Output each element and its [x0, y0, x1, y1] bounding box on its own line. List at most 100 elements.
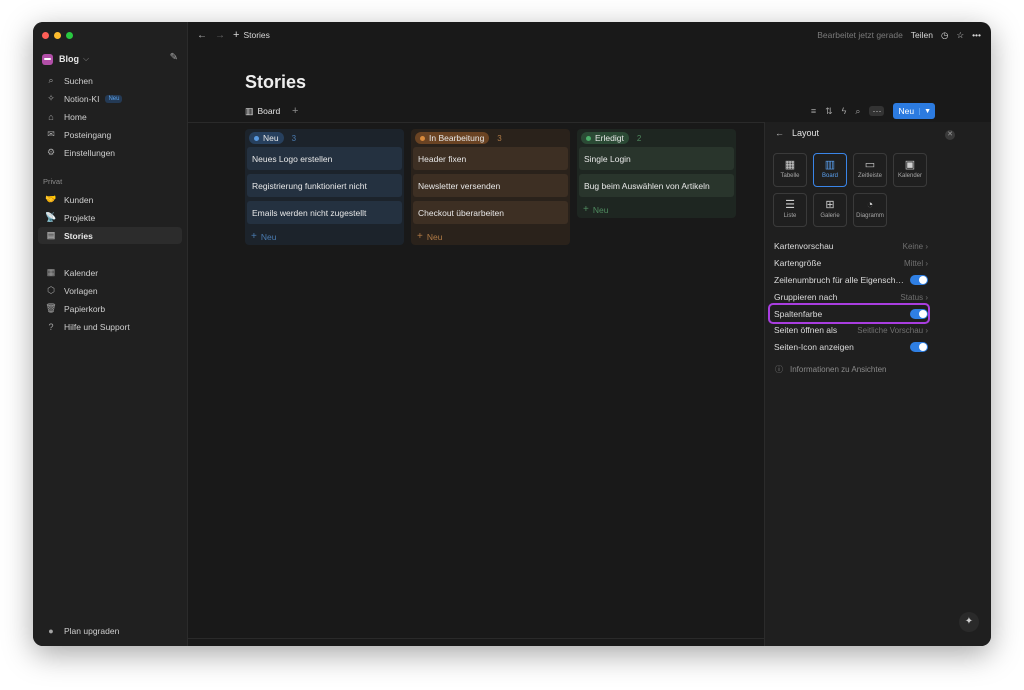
workspace-switcher[interactable]: Blog ⌵ ✎	[42, 52, 182, 66]
ai-sparkle-button[interactable]: ✦	[959, 612, 979, 632]
back-arrow-icon[interactable]: ←	[197, 30, 207, 41]
layout-option-calendar[interactable]: ▣ Kalender	[893, 153, 927, 187]
board-column-in-bearbeitung: In Bearbeitung 3 Header fixen Newsletter…	[411, 129, 570, 245]
column-header[interactable]: In Bearbeitung 3	[411, 129, 570, 147]
forward-arrow-icon[interactable]: →	[215, 30, 225, 41]
view-bar: ▥ Board + ≡ ⇅ ϟ ⌕ ··· Neu ▼	[245, 102, 935, 120]
board-card[interactable]: Single Login	[579, 147, 734, 170]
info-label: Informationen zu Ansichten	[790, 365, 887, 374]
layout-option-chart[interactable]: ◔ Diagramm	[853, 193, 887, 227]
add-card-label: Neu	[426, 231, 443, 242]
board-icon: ▥	[245, 105, 254, 116]
section-label-private: Privat	[43, 177, 63, 186]
sidebar-item-trash[interactable]: 🗑 Papierkorb	[38, 300, 182, 317]
topbar: ← → + Stories Bearbeitet jetzt gerade Te…	[188, 22, 991, 48]
filter-icon[interactable]: ≡	[811, 106, 816, 116]
history-icon[interactable]: ◷	[941, 30, 948, 41]
window-controls	[42, 32, 73, 39]
board-card[interactable]: Checkout überarbeiten	[413, 201, 568, 224]
setting-group-by[interactable]: Gruppieren nach Status ›	[774, 290, 928, 304]
toggle-switch[interactable]	[910, 275, 928, 285]
automation-icon[interactable]: ϟ	[842, 106, 847, 116]
upgrade-plan-button[interactable]: ● Plan upgraden	[38, 622, 182, 639]
maximize-window-button[interactable]	[66, 32, 73, 39]
panel-header: ← Layout	[775, 128, 819, 138]
close-icon[interactable]: ✕	[945, 130, 955, 140]
sidebar-item-label: Stories	[64, 230, 93, 241]
view-settings-button[interactable]: ···	[869, 106, 885, 116]
sidebar-item-label: Einstellungen	[64, 147, 116, 158]
sidebar-item-kunden[interactable]: 🤝 Kunden	[38, 191, 182, 208]
setting-value-text: Seitliche Vorschau	[857, 325, 924, 335]
sidebar-item-notion-ai[interactable]: ✧ Notion-KI Neu	[38, 90, 182, 107]
chevron-down-icon[interactable]: ▼	[919, 107, 935, 115]
sort-icon[interactable]: ⇅	[825, 106, 833, 117]
layout-option-list[interactable]: ☰ Liste	[773, 193, 807, 227]
layout-option-board[interactable]: ▥ Board	[813, 153, 847, 187]
share-button[interactable]: Teilen	[911, 30, 933, 40]
column-count: 3	[497, 133, 502, 143]
sidebar-item-inbox[interactable]: ✉ Posteingang	[38, 126, 182, 143]
sidebar-item-label: Suchen	[64, 75, 93, 86]
gallery-icon: ⊞	[825, 199, 835, 211]
more-icon[interactable]: •••	[972, 30, 981, 40]
sidebar-item-settings[interactable]: ⚙ Einstellungen	[38, 144, 182, 161]
board-card[interactable]: Registrierung funktioniert nicht	[247, 174, 402, 197]
layout-option-table[interactable]: ▦ Tabelle	[773, 153, 807, 187]
column-header[interactable]: Neu 3	[245, 129, 404, 147]
sidebar-item-help[interactable]: ? Hilfe und Support	[38, 318, 182, 335]
add-card-button[interactable]: + Neu	[245, 228, 404, 245]
add-card-label: Neu	[260, 231, 277, 242]
new-page-icon[interactable]: ✎	[170, 52, 178, 63]
back-arrow-icon[interactable]: ←	[775, 128, 784, 138]
sidebar-item-projekte[interactable]: 📡 Projekte	[38, 209, 182, 226]
board-card[interactable]: Emails werden nicht zugestellt	[247, 201, 402, 224]
board-card[interactable]: Newsletter versenden	[413, 174, 568, 197]
status-label: Erledigt	[595, 133, 624, 143]
app-window: Blog ⌵ ✎ ⌕ Suchen ✧ Notion-KI Neu ⌂ Home…	[33, 22, 991, 646]
sidebar-item-templates[interactable]: ⬡ Vorlagen	[38, 282, 182, 299]
board-card[interactable]: Bug beim Auswählen von Artikeln	[579, 174, 734, 197]
layout-option-timeline[interactable]: ▭ Zeitleiste	[853, 153, 887, 187]
status-dot	[586, 135, 591, 141]
add-card-button[interactable]: + Neu	[411, 228, 570, 245]
setting-card-preview[interactable]: Kartenvorschau Keine ›	[774, 239, 928, 253]
add-view-icon[interactable]: +	[292, 102, 298, 120]
board-column-neu: Neu 3 Neues Logo erstellen Registrierung…	[245, 129, 404, 245]
minimize-window-button[interactable]	[54, 32, 61, 39]
column-header[interactable]: Erledigt 2	[577, 129, 736, 147]
gear-icon: ⚙	[46, 147, 56, 157]
setting-open-pages-as[interactable]: Seiten öffnen als Seitliche Vorschau ›	[774, 323, 928, 337]
layout-option-label: Kalender	[897, 173, 923, 179]
add-card-button[interactable]: + Neu	[577, 201, 736, 218]
setting-value: Status ›	[900, 292, 928, 302]
page-title: Stories	[245, 72, 307, 92]
board-card[interactable]: Header fixen	[413, 147, 568, 170]
edited-status: Bearbeitet jetzt gerade	[817, 30, 903, 40]
sidebar-item-label: Kunden	[64, 194, 94, 205]
layout-option-gallery[interactable]: ⊞ Galerie	[813, 193, 847, 227]
table-icon: ▦	[784, 159, 796, 171]
setting-show-page-icon: Seiten-Icon anzeigen	[774, 340, 928, 354]
status-badge: Erledigt	[581, 132, 629, 144]
search-icon[interactable]: ⌕	[855, 106, 860, 117]
toggle-switch[interactable]	[910, 342, 928, 352]
breadcrumb[interactable]: Stories	[243, 30, 269, 40]
sidebar-item-search[interactable]: ⌕ Suchen	[38, 72, 182, 89]
views-info-link[interactable]: ⓘ Informationen zu Ansichten	[775, 364, 887, 375]
close-window-button[interactable]	[42, 32, 49, 39]
sidebar-item-home[interactable]: ⌂ Home	[38, 108, 182, 125]
help-icon: ?	[48, 321, 54, 332]
board-card[interactable]: Neues Logo erstellen	[247, 147, 402, 170]
setting-card-size[interactable]: Kartengröße Mittel ›	[774, 256, 928, 270]
calendar-icon: ▣	[904, 159, 916, 171]
setting-label: Zeilenumbruch für alle Eigensch…	[774, 275, 904, 285]
sidebar-item-calendar[interactable]: ▦ Kalender	[38, 264, 182, 281]
plus-icon: +	[251, 231, 257, 242]
trash-icon: 🗑	[45, 303, 57, 313]
star-icon[interactable]: ☆	[956, 30, 964, 41]
new-entry-button[interactable]: Neu ▼	[893, 103, 935, 119]
sidebar-item-stories[interactable]: ▤ Stories	[38, 227, 182, 244]
new-badge: Neu	[105, 94, 123, 103]
tab-board[interactable]: ▥ Board	[245, 102, 280, 120]
